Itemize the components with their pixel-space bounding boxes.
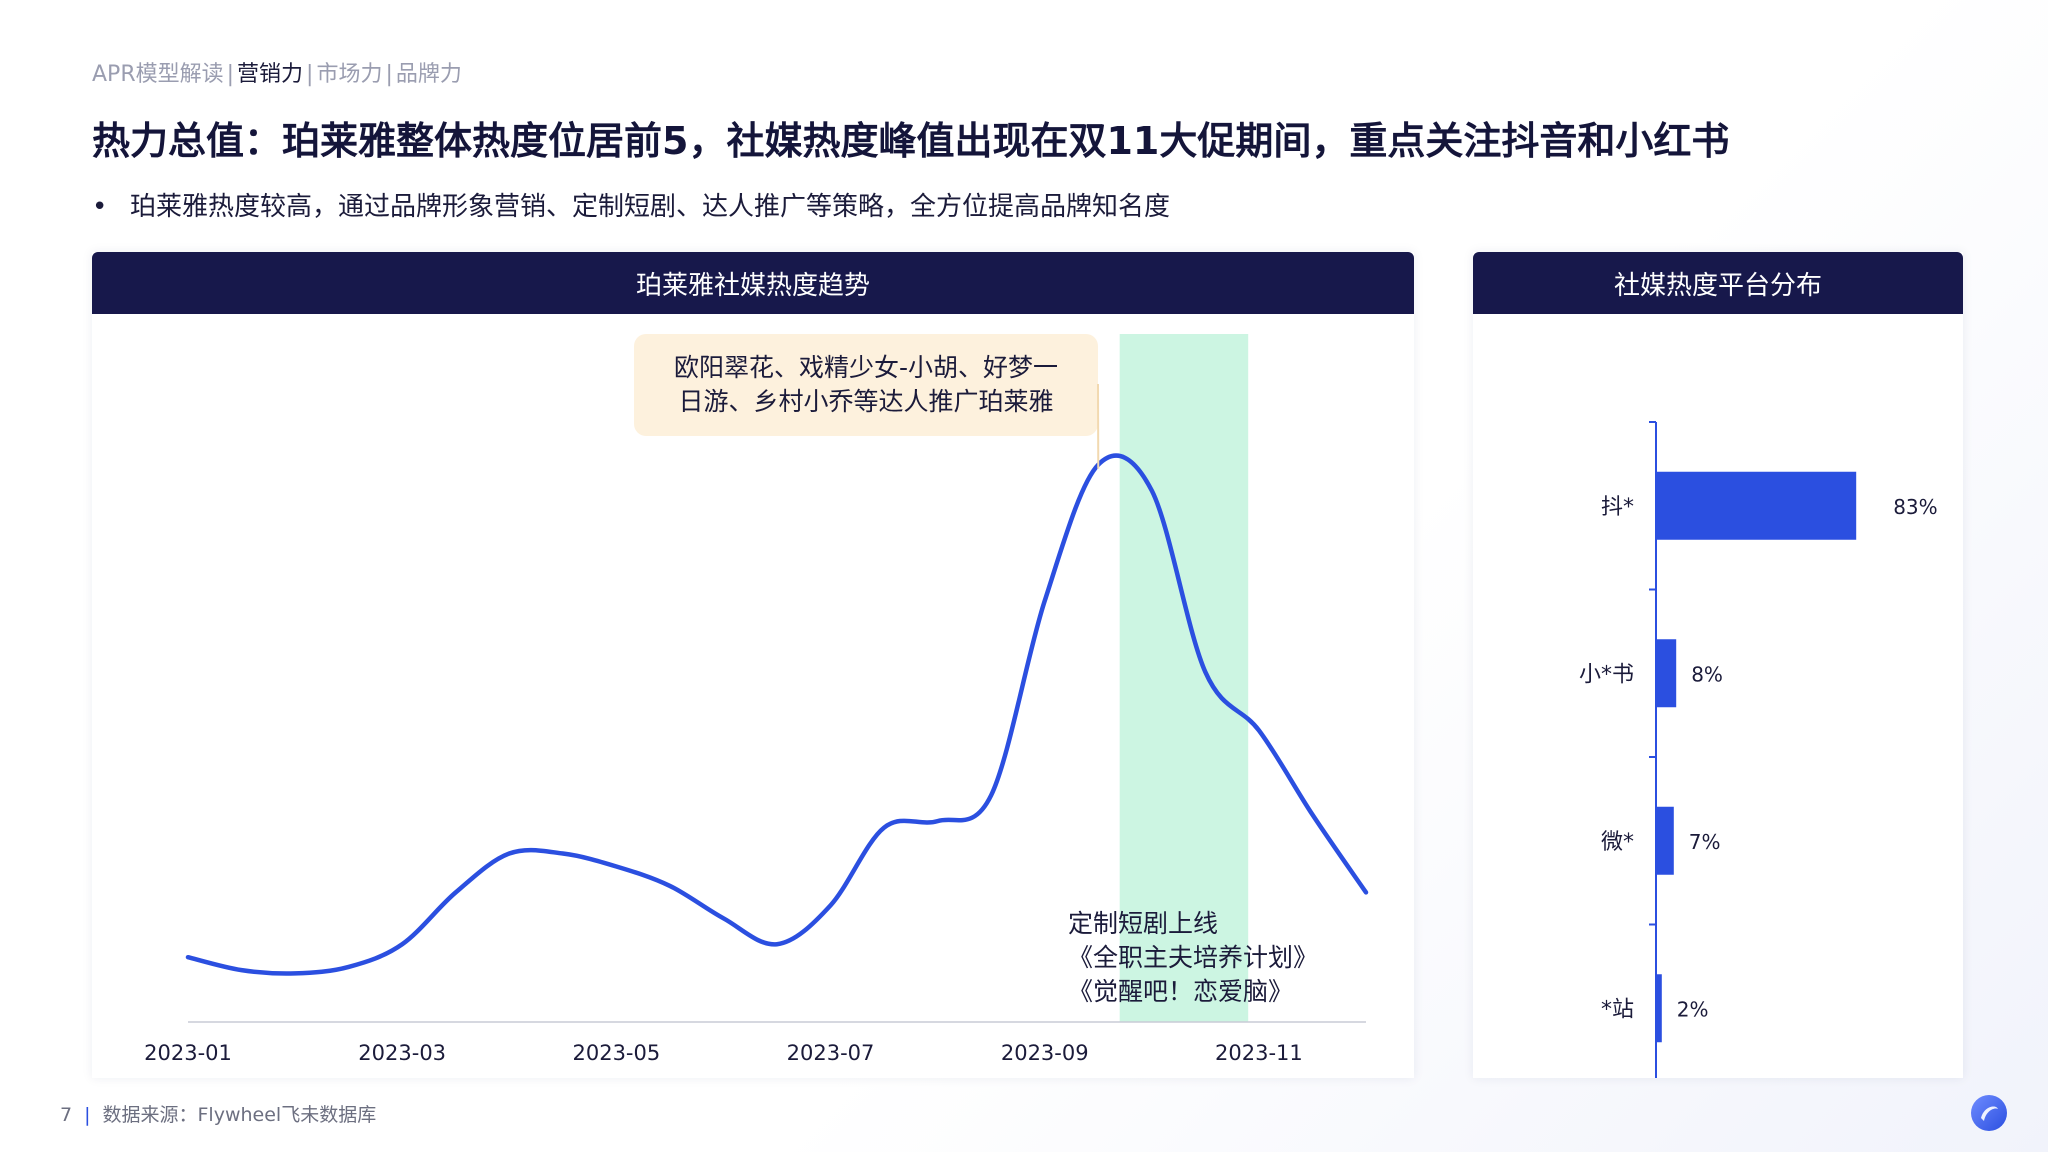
brand-logo-icon	[1971, 1095, 2007, 1131]
trend-chart: 2023-01 2023-03 2023-05 2023-07 2023-09 2023-…	[144, 334, 1369, 1065]
bullet-point: • 珀莱雅热度较高，通过品牌形象营销、定制短剧、达人推广等策略，全方位提高品牌知名…	[92, 186, 1170, 223]
breadcrumb-separator: |	[226, 62, 235, 87]
footer-separator: |	[84, 1104, 91, 1126]
footer: 7 | 数据来源：Flywheel飞未数据库	[60, 1100, 376, 1127]
trend-chart-title: 珀莱雅社媒热度趋势	[92, 252, 1414, 314]
bullet-text: 珀莱雅热度较高，通过品牌形象营销、定制短剧、达人推广等策略，全方位提高品牌知名度	[130, 192, 1171, 222]
breadcrumb-item-apr[interactable]: APR模型解读	[92, 62, 224, 87]
bar	[1657, 806, 1674, 875]
page-number: 7	[60, 1104, 73, 1126]
bar	[1657, 639, 1677, 708]
platform-bar-chart: 抖* 83% 小*书 8% 微* 7% *站 2%	[1579, 421, 1938, 1093]
value-label: 2%	[1677, 997, 1709, 1021]
bullet-dot: •	[92, 192, 108, 222]
page-title: 热力总值：珀莱雅整体热度位居前5，社媒热度峰值出现在双11大促期间，重点关注抖音…	[92, 119, 1730, 163]
category-label: 抖*	[1601, 495, 1634, 520]
callout-text-line: 欧阳翠花、戏精少女-小胡、好梦一	[674, 353, 1058, 382]
category-label: *站	[1601, 997, 1634, 1022]
breadcrumb-separator: |	[306, 62, 314, 87]
x-tick-label: 2023-11	[1215, 1041, 1303, 1065]
callout-text-line: 日游、乡村小乔等达人推广珀莱雅	[678, 387, 1053, 416]
category-label: 小*书	[1579, 662, 1634, 687]
breadcrumb-item-brand[interactable]: 品牌力	[396, 62, 462, 87]
annotation-text-line: 定制短剧上线	[1068, 909, 1218, 938]
x-tick-label: 2023-05	[572, 1041, 660, 1065]
annotation-text-line: 《觉醒吧！恋爱脑》	[1068, 977, 1293, 1006]
x-tick-label: 2023-01	[144, 1041, 232, 1065]
value-label: 83%	[1893, 495, 1937, 519]
value-label: 8%	[1691, 662, 1723, 686]
value-label: 7%	[1689, 830, 1721, 854]
x-tick-label: 2023-07	[787, 1041, 875, 1065]
trend-chart-panel: 珀莱雅社媒热度趋势 2023-01 2023-03 2023-05 2023-07 20…	[92, 252, 1414, 1078]
platform-chart-title: 社媒热度平台分布	[1473, 252, 1963, 314]
breadcrumb-separator: |	[385, 62, 393, 87]
annotation-text-line: 《全职主夫培养计划》	[1068, 943, 1318, 972]
x-tick-label: 2023-03	[358, 1041, 446, 1065]
bar	[1657, 471, 1857, 540]
platform-chart-panel: 社媒热度平台分布 抖* 83% 小*书 8% 微* 7% *站 2%	[1473, 252, 1963, 1093]
breadcrumb-item-marketing[interactable]: 营销力	[237, 62, 303, 87]
category-label: 微*	[1601, 830, 1634, 855]
breadcrumb: APR模型解读 | 营销力 | 市场力 | 品牌力	[92, 56, 462, 88]
breadcrumb-item-market[interactable]: 市场力	[316, 62, 382, 87]
bar	[1657, 974, 1662, 1043]
callout-box	[634, 334, 1098, 436]
data-source: 数据来源：Flywheel飞未数据库	[102, 1104, 377, 1126]
x-tick-label: 2023-09	[1001, 1041, 1089, 1065]
